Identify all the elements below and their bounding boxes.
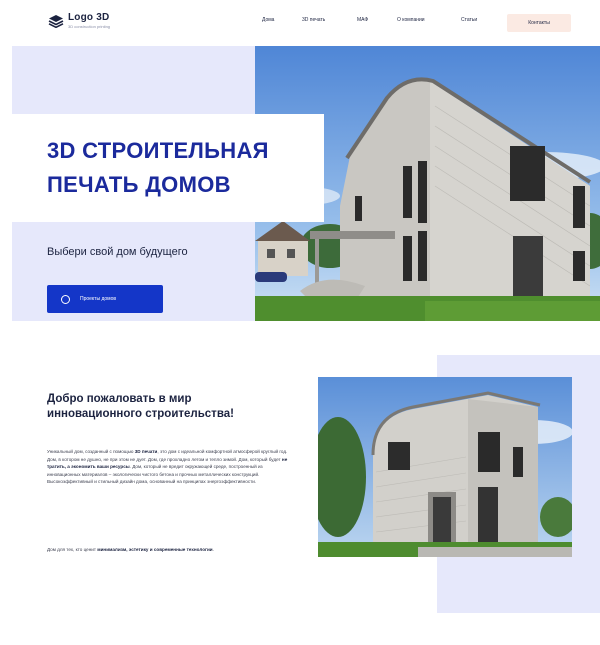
header: Logo 3D 3D construction printing Дома 3D… (0, 0, 600, 46)
hero-title: 3D СТРОИТЕЛЬНАЯ ПЕЧАТЬ ДОМОВ (47, 134, 324, 202)
logo-layers-icon (48, 15, 64, 28)
about-title-line2: инновационного строительства! (47, 408, 234, 420)
about-p1-text-a: Уникальный дом, созданный с помощью (47, 449, 135, 454)
nav-link-3d-printing[interactable]: 3D печать (302, 17, 325, 23)
about-paragraph-1: Уникальный дом, созданный с помощью 3D п… (47, 448, 292, 486)
hero-title-line1: 3D СТРОИТЕЛЬНАЯ (47, 138, 269, 163)
about-p2-text-a: Дом для тех, кто ценит (47, 547, 98, 552)
hero-subtitle: Выбери свой дом будущего (47, 246, 188, 258)
logo-name: Logo 3D (68, 12, 110, 23)
about-house-photo (318, 377, 572, 557)
about-paragraph-2: Дом для тех, кто ценит минимализм, эстет… (47, 546, 292, 554)
logo[interactable]: Logo 3D 3D construction printing (48, 12, 110, 29)
hero-title-line2: ПЕЧАТЬ ДОМОВ (47, 172, 231, 197)
logo-tagline: 3D construction printing (68, 24, 111, 29)
house-projects-button-label: Проекты домов (80, 296, 117, 302)
house-projects-button[interactable]: Проекты домов (47, 285, 163, 313)
about-p2-bold: минимализм, эстетику и современные техно… (97, 547, 213, 552)
nav-link-houses[interactable]: Дома (262, 17, 274, 23)
about-p2-text-b: . (212, 547, 214, 552)
circle-icon (61, 294, 70, 304)
about-title-line1: Добро пожаловать в мир (47, 393, 192, 405)
hero-title-card: 3D СТРОИТЕЛЬНАЯ ПЕЧАТЬ ДОМОВ (12, 114, 324, 222)
nav-link-maf[interactable]: МАФ (357, 17, 368, 23)
contacts-button[interactable]: Контакты (507, 14, 571, 32)
about-title: Добро пожаловать в мир инновационного ст… (47, 392, 287, 422)
nav-link-about[interactable]: О компании (397, 17, 425, 23)
about-p1-bold-a: 3D печати (134, 449, 158, 454)
nav-link-articles[interactable]: Статьи (461, 17, 477, 23)
